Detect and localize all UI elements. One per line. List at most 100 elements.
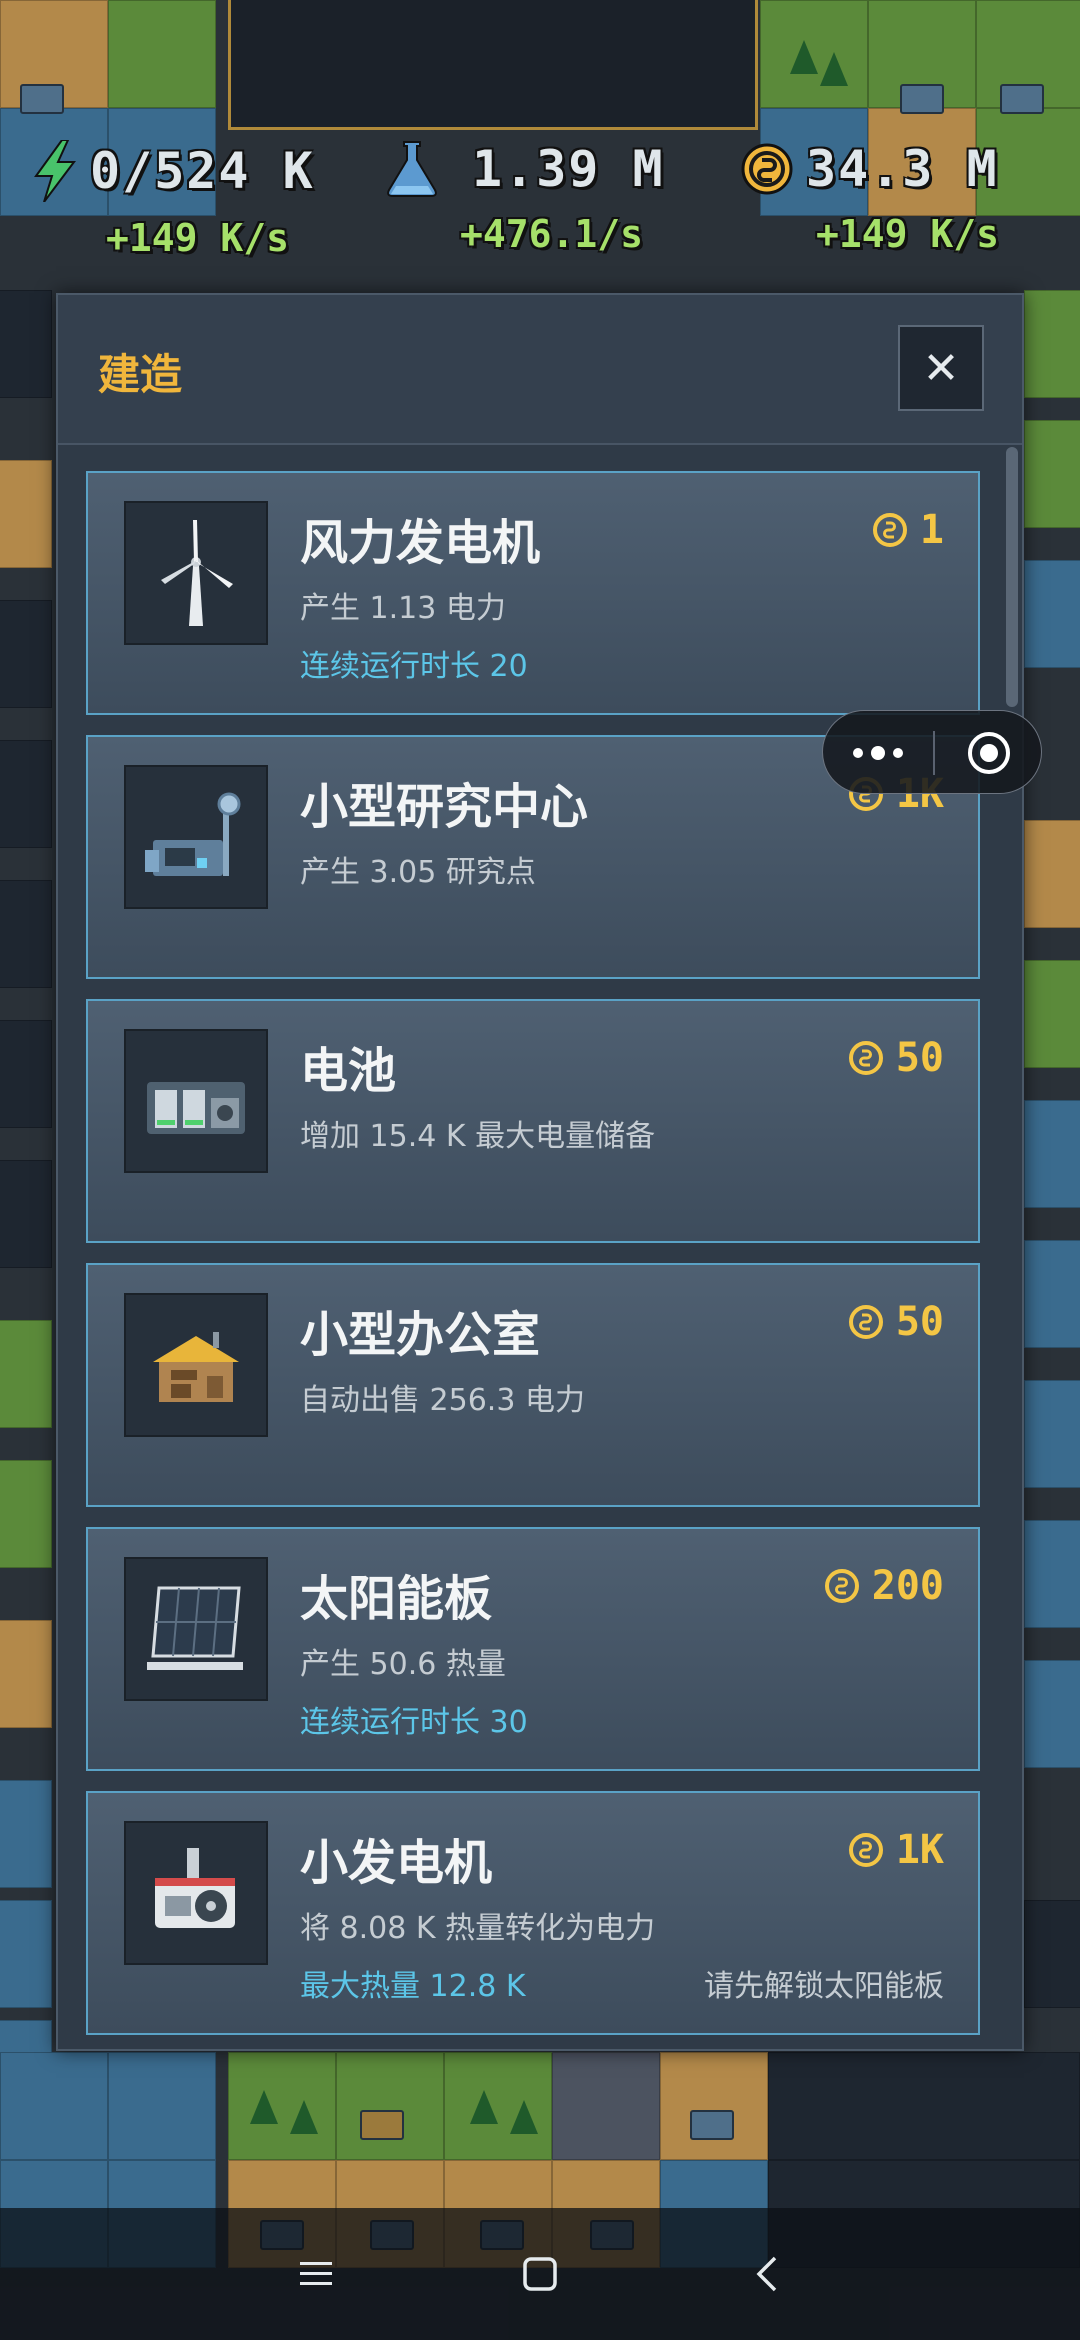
item-description: 自动出售 256.3 电力 bbox=[300, 1383, 585, 1418]
map-tile bbox=[1024, 1380, 1080, 1488]
generator-icon bbox=[124, 1821, 268, 1965]
build-item-solar-panel[interactable]: 太阳能板 200 产生 50.6 热量 连续运行时长 30 bbox=[86, 1527, 980, 1771]
map-tile bbox=[0, 1620, 52, 1728]
map-tile bbox=[1024, 1900, 1080, 2008]
coin-icon bbox=[872, 513, 907, 547]
map-tile bbox=[108, 2052, 216, 2160]
map-building bbox=[900, 84, 944, 114]
coin-icon bbox=[824, 1569, 859, 1603]
item-extra-info: 连续运行时长 30 bbox=[300, 1705, 528, 1740]
map-building bbox=[20, 84, 64, 114]
back-button[interactable] bbox=[728, 2238, 808, 2310]
scrollbar[interactable] bbox=[1006, 447, 1018, 707]
item-price-value: 50 bbox=[895, 1299, 944, 1345]
build-item-generator[interactable]: 小发电机 1K 将 8.08 K 热量转化为电力 最大热量 12.8 K 请先解… bbox=[86, 1791, 980, 2035]
close-button[interactable]: ✕ bbox=[898, 325, 984, 411]
more-dots-icon bbox=[853, 746, 903, 760]
home-button[interactable] bbox=[500, 2238, 580, 2310]
map-tile bbox=[0, 290, 52, 398]
map-building bbox=[690, 2110, 734, 2140]
research-value: 1.39 M bbox=[472, 140, 665, 198]
item-price: 1 bbox=[872, 507, 944, 553]
item-price-value: 1K bbox=[895, 1827, 944, 1873]
map-tile bbox=[0, 1160, 52, 1268]
money-resource: 34.3 M +149 K/s bbox=[740, 140, 999, 280]
tree bbox=[470, 2090, 498, 2124]
map-tile bbox=[1024, 290, 1080, 398]
item-price: 1K bbox=[848, 1827, 944, 1873]
item-price: 50 bbox=[848, 1035, 944, 1081]
solar-panel-icon bbox=[124, 1557, 268, 1701]
map-tile bbox=[0, 740, 52, 848]
target-close-icon bbox=[968, 732, 1010, 774]
item-description: 产生 3.05 研究点 bbox=[300, 855, 536, 890]
coin-icon bbox=[741, 143, 793, 195]
map-tile bbox=[1024, 560, 1080, 668]
map-tile bbox=[768, 2052, 1080, 2160]
build-item-battery[interactable]: 电池 50 增加 15.4 K 最大电量储备 bbox=[86, 999, 980, 1243]
item-price-value: 200 bbox=[871, 1563, 944, 1609]
item-description: 产生 1.13 电力 bbox=[300, 591, 506, 626]
map-tile bbox=[0, 1900, 52, 2008]
miniprogram-capsule bbox=[822, 710, 1042, 794]
item-description: 将 8.08 K 热量转化为电力 bbox=[300, 1911, 656, 1946]
item-name: 小发电机 bbox=[300, 1835, 493, 1891]
item-price: 200 bbox=[824, 1563, 944, 1609]
wind-turbine-icon bbox=[124, 501, 268, 645]
map-building bbox=[360, 2110, 404, 2140]
item-extra-info: 连续运行时长 20 bbox=[300, 649, 528, 684]
map-tile bbox=[1024, 820, 1080, 928]
item-description: 产生 50.6 热量 bbox=[300, 1647, 506, 1682]
item-price-value: 1 bbox=[919, 507, 944, 553]
close-icon: ✕ bbox=[922, 342, 960, 394]
flask-icon bbox=[387, 141, 437, 197]
back-icon bbox=[756, 2256, 777, 2292]
map-tile bbox=[108, 0, 216, 108]
coin-icon bbox=[848, 1833, 883, 1867]
home-icon bbox=[523, 2257, 557, 2291]
item-name: 风力发电机 bbox=[300, 515, 541, 571]
tree bbox=[510, 2100, 538, 2134]
office-icon bbox=[124, 1293, 268, 1437]
map-tile bbox=[0, 1780, 52, 1888]
system-nav-bar bbox=[0, 2208, 1080, 2340]
battery-icon bbox=[124, 1029, 268, 1173]
item-price: 50 bbox=[848, 1299, 944, 1345]
tree bbox=[790, 40, 818, 74]
map-tile bbox=[228, 2052, 336, 2160]
item-name: 电池 bbox=[300, 1043, 397, 1099]
build-item-office[interactable]: 小型办公室 50 自动出售 256.3 电力 bbox=[86, 1263, 980, 1507]
map-tile bbox=[1024, 1520, 1080, 1628]
research-resource: 1.39 M +476.1/s bbox=[386, 140, 665, 280]
map-tile bbox=[0, 1460, 52, 1568]
coin-icon bbox=[848, 1041, 883, 1075]
map-tile bbox=[552, 2052, 660, 2160]
item-lock-requirement: 请先解锁太阳能板 bbox=[704, 1969, 944, 2004]
map-tile bbox=[1024, 1660, 1080, 1768]
tree bbox=[290, 2100, 318, 2134]
map-tile bbox=[336, 2052, 444, 2160]
tree bbox=[250, 2090, 278, 2124]
menu-button[interactable] bbox=[276, 2238, 356, 2310]
resource-hud: 0/524 K +149 K/s 1.39 M +476.1/s 34.3 M … bbox=[0, 140, 1080, 280]
money-value: 34.3 M bbox=[806, 140, 999, 198]
map-tile bbox=[1024, 1240, 1080, 1348]
map-tile bbox=[1024, 420, 1080, 528]
map-tile bbox=[1024, 960, 1080, 1068]
build-item-wind-turbine[interactable]: 风力发电机 1 产生 1.13 电力 连续运行时长 20 bbox=[86, 471, 980, 715]
more-button[interactable] bbox=[823, 711, 933, 795]
panel-header: 建造 ✕ bbox=[58, 295, 1022, 445]
item-name: 小型研究中心 bbox=[300, 779, 589, 835]
panel-title: 建造 bbox=[98, 350, 183, 399]
research-rate: +476.1/s bbox=[460, 212, 644, 256]
item-price-value: 50 bbox=[895, 1035, 944, 1081]
map-tile bbox=[0, 1020, 52, 1128]
menu-icon bbox=[300, 2262, 332, 2285]
map-empty-zone bbox=[228, 0, 758, 130]
research-center-icon bbox=[124, 765, 268, 909]
exit-button[interactable] bbox=[935, 711, 1043, 795]
map-tile bbox=[660, 2052, 768, 2160]
build-panel: 建造 ✕ 风力发电机 1 产生 1.13 电力 连续运行时长 20 小型研究中心… bbox=[56, 293, 1024, 2051]
item-name: 小型办公室 bbox=[300, 1307, 541, 1363]
item-description: 增加 15.4 K 最大电量储备 bbox=[300, 1119, 656, 1154]
